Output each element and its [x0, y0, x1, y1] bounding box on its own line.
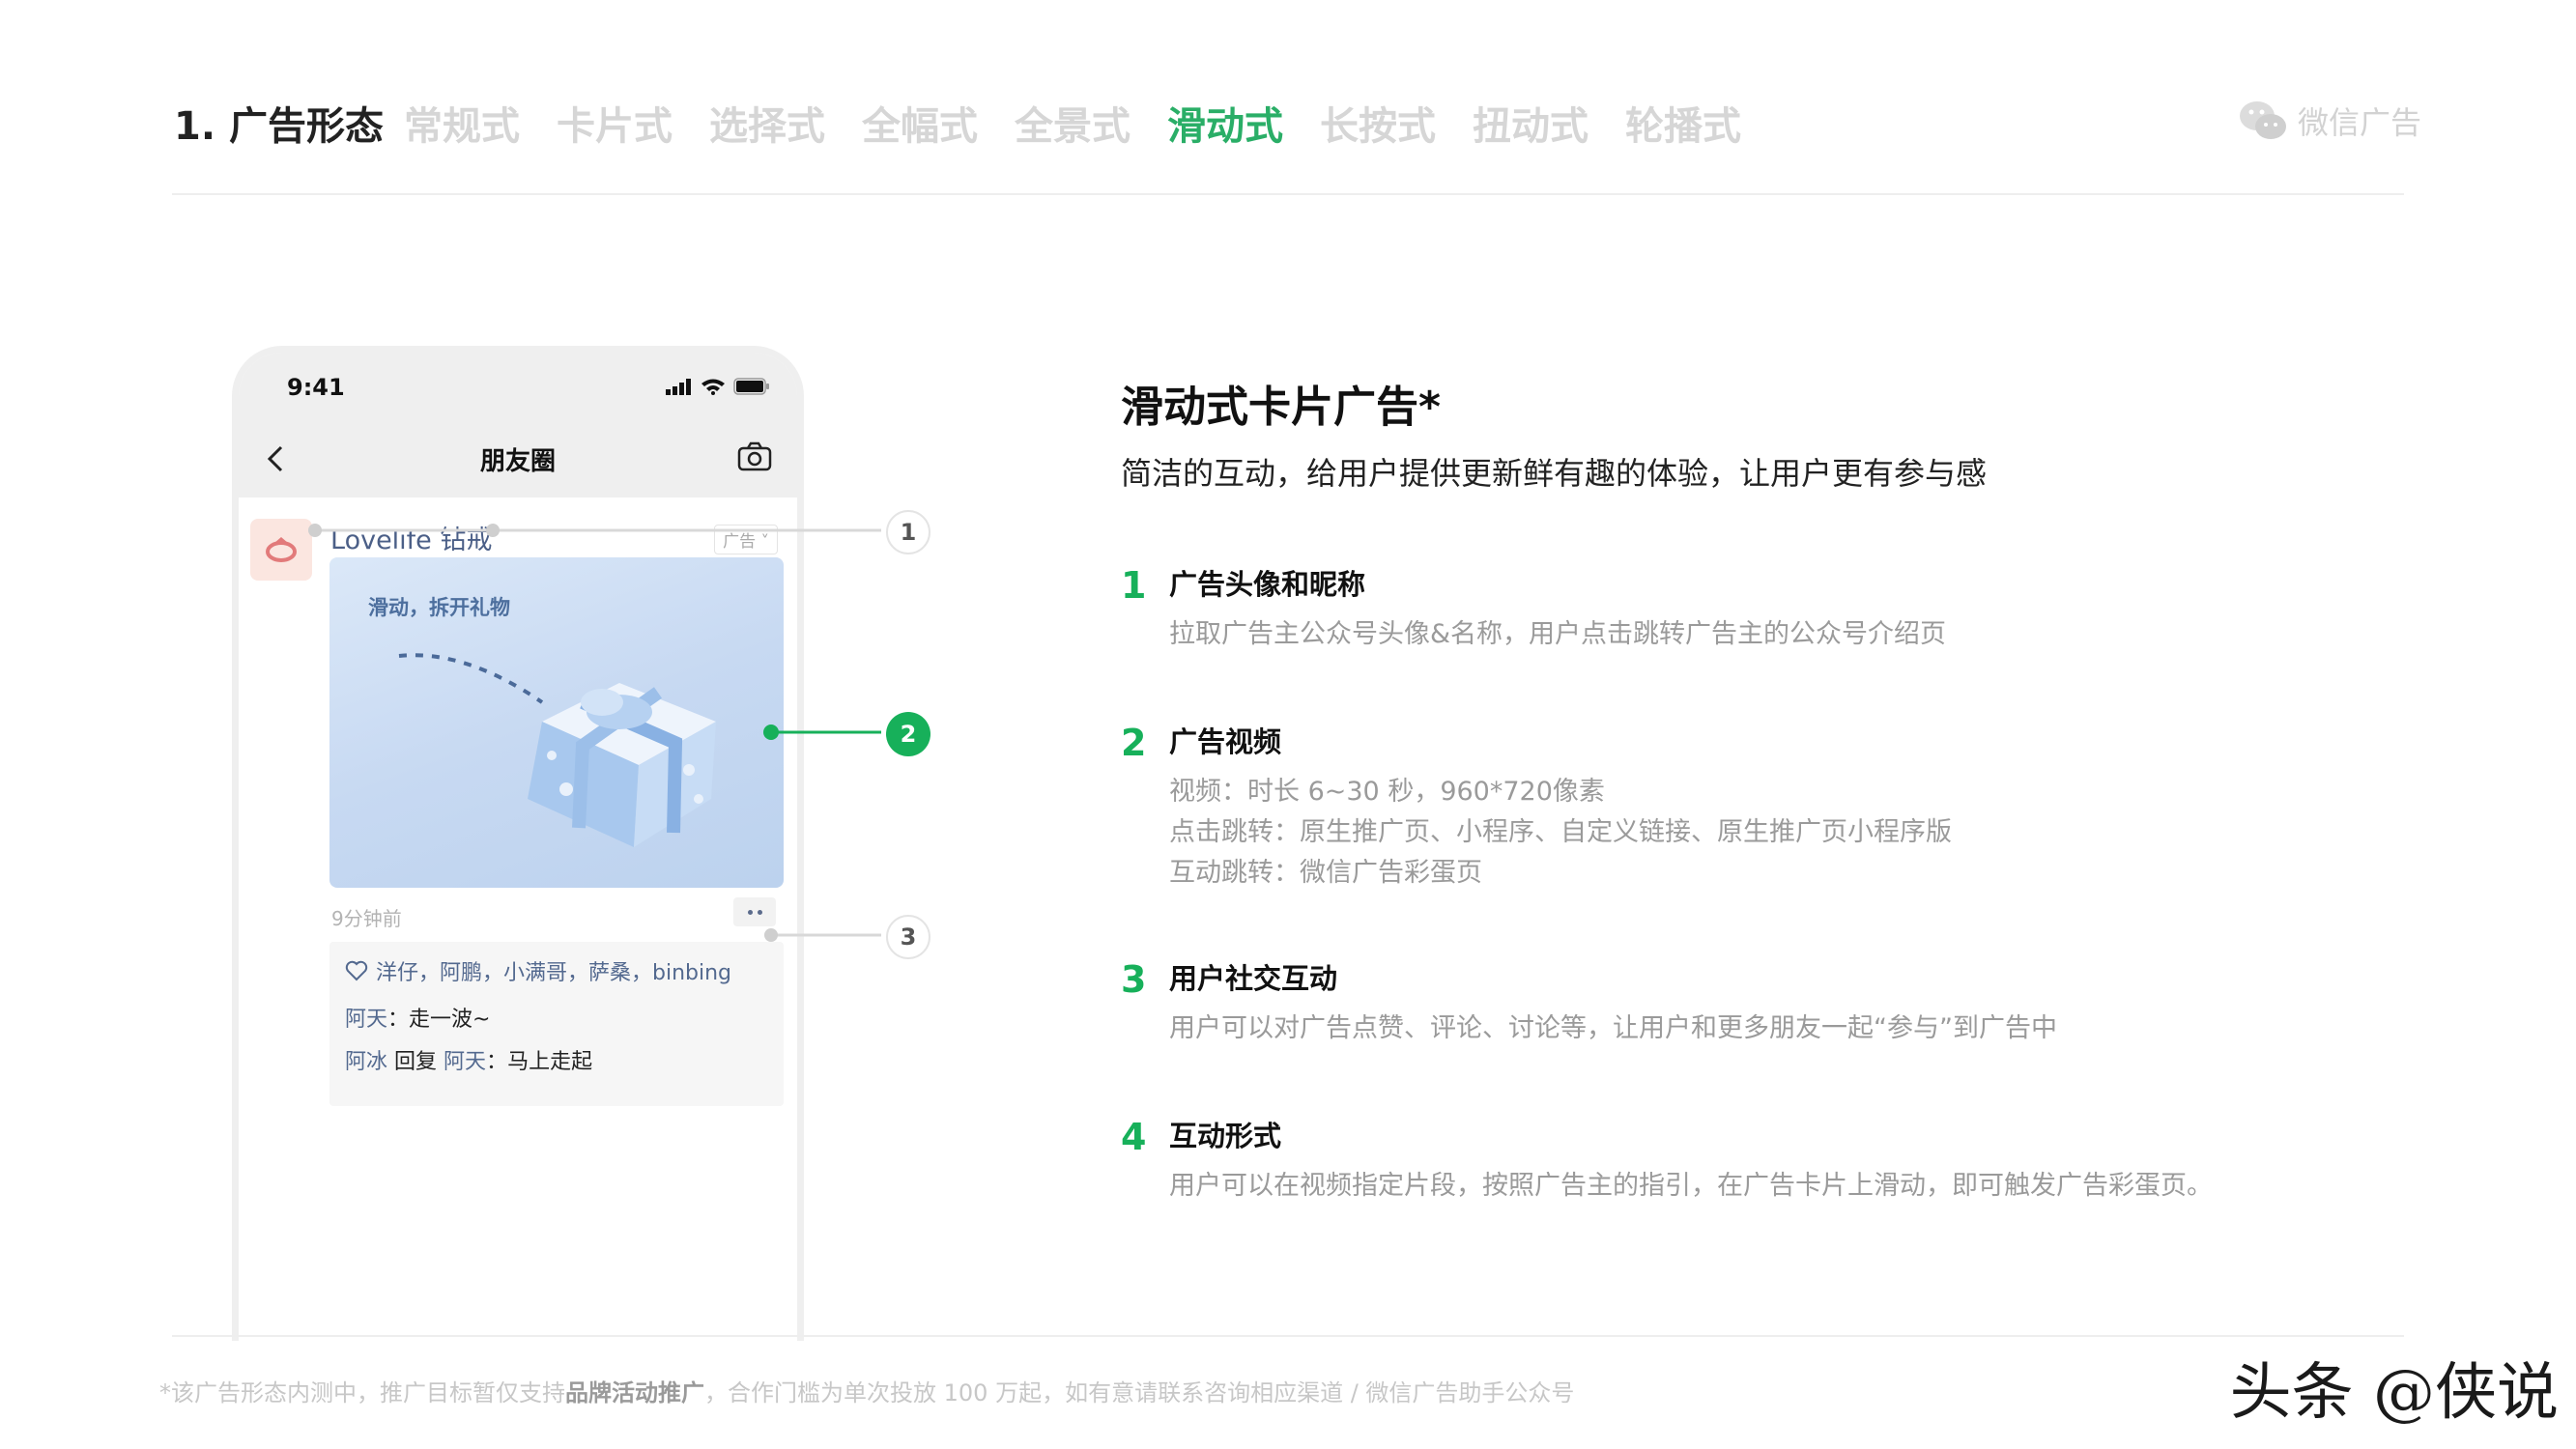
callout-badge-1: 1: [886, 510, 930, 554]
comment-row[interactable]: 阿冰 回复 阿天：马上走起: [345, 1044, 592, 1075]
advertiser-avatar[interactable]: [250, 519, 312, 581]
advertiser-name[interactable]: Lovelife 钻戒: [330, 519, 492, 556]
feature-desc: 用户可以对广告点赞、评论、讨论等，让用户和更多朋友一起“参与”到广告中: [1169, 1013, 2057, 1043]
tab-choice[interactable]: 选择式: [709, 95, 825, 151]
nav-title: 朋友圈: [479, 447, 556, 476]
more-dot: [747, 909, 753, 915]
feature-number: 4: [1121, 1116, 1147, 1158]
tab-twist[interactable]: 扭动式: [1473, 95, 1589, 151]
likes-names[interactable]: 洋仔，阿鹏，小满哥，萨桑，binbing: [376, 955, 731, 986]
ad-tag-label: 广告: [723, 532, 757, 552]
tab-regular[interactable]: 常规式: [404, 95, 520, 151]
phone-mockup: 9:41 朋友圈 Lovelife 钻戒 广告 ˅ 滑动，拆开礼物 9分钟前 洋…: [232, 346, 804, 1341]
feature-number: 1: [1121, 564, 1147, 607]
feature-title: 互动形式: [1169, 1120, 1282, 1152]
post-time: 9分钟前: [331, 907, 402, 930]
feature-desc: 拉取广告主公众号头像&名称，用户点击跳转广告主的公众号介绍页: [1169, 619, 1947, 649]
feature-desc: 用户可以在视频指定片段，按照广告主的指引，在广告卡片上滑动，即可触发广告彩蛋页。: [1169, 1171, 2213, 1201]
moments-navbar: 朋友圈: [239, 420, 797, 497]
content-title: 滑动式卡片广告*: [1121, 383, 1442, 432]
ring-logo-icon: [266, 537, 297, 562]
reply-word: 回复: [394, 1050, 438, 1074]
heart-icon: [345, 960, 368, 981]
footnote-bold: 品牌活动推广: [565, 1379, 704, 1406]
tab-panorama[interactable]: 全景式: [1015, 95, 1131, 151]
wechat-ads-brand: 微信广告: [2238, 99, 2421, 143]
feature-number: 2: [1121, 722, 1147, 764]
tab-long-press[interactable]: 长按式: [1320, 95, 1436, 151]
watermark: 头条 @侠说: [2229, 1357, 2559, 1429]
social-interaction-box: 洋仔，阿鹏，小满哥，萨桑，binbing 阿天：走一波~ 阿冰 回复 阿天：马上…: [329, 942, 784, 1106]
reply-to-name[interactable]: 阿天: [444, 1050, 486, 1074]
moments-feed: Lovelife 钻戒 广告 ˅ 滑动，拆开礼物 9分钟前 洋仔，阿鹏，小满哥，…: [239, 497, 797, 1341]
section-title: 1. 广告形态: [174, 104, 384, 149]
brand-label: 微信广告: [2297, 104, 2421, 141]
feature-title: 广告头像和昵称: [1169, 568, 1366, 601]
ad-format-tabs: 常规式 卡片式 选择式 全幅式 全景式 滑动式 长按式 扭动式 轮播式: [404, 95, 1778, 151]
wechat-logo-icon: [2239, 101, 2286, 139]
more-dot: [757, 909, 762, 915]
status-icons: [666, 378, 770, 395]
feature-desc: 点击跳转：原生推广页、小程序、自定义链接、原生推广页小程序版: [1169, 817, 1952, 847]
tab-card[interactable]: 卡片式: [557, 95, 673, 151]
feature-title: 用户社交互动: [1169, 962, 1338, 995]
callout-badge-2: 2: [886, 712, 930, 756]
tab-carousel[interactable]: 轮播式: [1625, 95, 1741, 151]
content-subtitle: 简洁的互动，给用户提供更新鲜有趣的体验，让用户更有参与感: [1121, 455, 1988, 492]
feature-desc: 互动跳转：微信广告彩蛋页: [1169, 858, 1482, 888]
footer-divider: [172, 1335, 2404, 1337]
comment-text: 马上走起: [507, 1050, 593, 1074]
wifi-icon: [701, 379, 725, 395]
ad-video-card[interactable]: 滑动，拆开礼物: [329, 557, 784, 888]
comment-author[interactable]: 阿冰: [345, 1050, 387, 1074]
header-divider: [172, 193, 2404, 195]
feature-desc: 视频：时长 6~30 秒，960*720像素: [1169, 777, 1605, 807]
comment-text: 走一波~: [409, 1008, 491, 1032]
feature-title: 广告视频: [1169, 725, 1282, 758]
ad-tag[interactable]: 广告 ˅: [714, 525, 778, 554]
status-time: 9:41: [287, 374, 345, 401]
footnote-suffix: ，合作门槛为单次投放 100 万起，如有意请联系咨询相应渠道 / 微信广告助手公…: [704, 1379, 1575, 1406]
page-header: 1. 广告形态 常规式 卡片式 选择式 全幅式 全景式 滑动式 长按式 扭动式 …: [0, 0, 2576, 198]
callout-badge-3: 3: [886, 915, 930, 959]
signal-icon: [666, 379, 691, 395]
footnote-prefix: *该广告形态内测中，推广目标暂仅支持: [159, 1379, 565, 1406]
gift-box-image: [398, 653, 716, 847]
status-bar: 9:41: [239, 353, 797, 420]
comment-row[interactable]: 阿天：走一波~: [345, 1002, 490, 1033]
tab-full-width[interactable]: 全幅式: [862, 95, 978, 151]
battery-icon: [733, 378, 769, 395]
comment-author[interactable]: 阿天: [345, 1008, 387, 1032]
camera-icon[interactable]: [737, 441, 772, 472]
likes-row: 洋仔，阿鹏，小满哥，萨桑，binbing: [345, 955, 731, 986]
footnote: *该广告形态内测中，推广目标暂仅支持品牌活动推广，合作门槛为单次投放 100 万…: [159, 1374, 1574, 1407]
more-actions-button[interactable]: [733, 897, 776, 926]
feature-number: 3: [1121, 958, 1147, 1001]
tab-slide[interactable]: 滑动式: [1167, 95, 1283, 151]
